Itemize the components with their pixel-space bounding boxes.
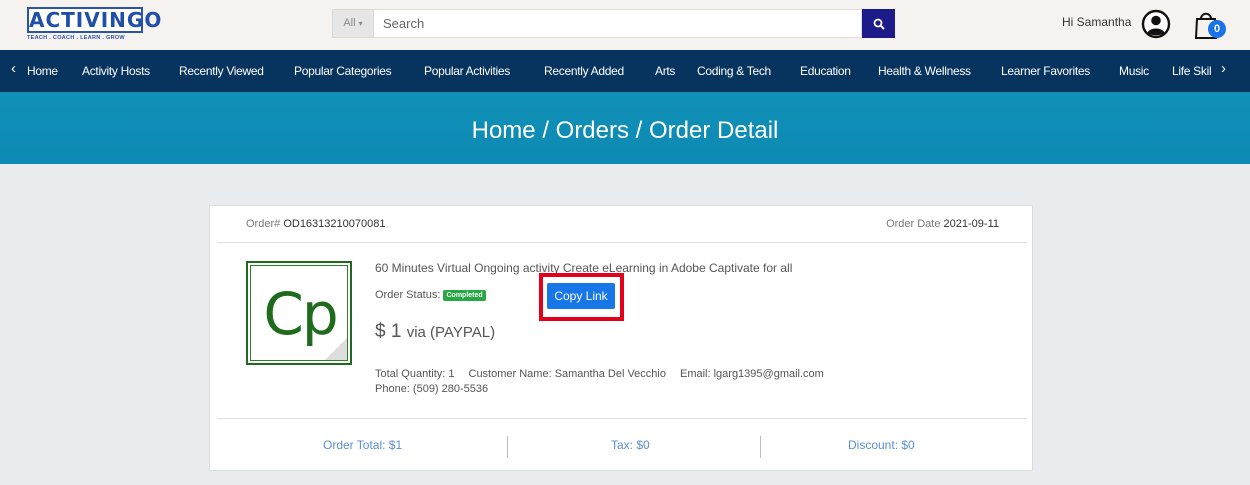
order-total: Order Total: $1 [323, 438, 403, 452]
nav-item-music[interactable]: Music [1119, 64, 1149, 78]
order-date-value: 2021-09-11 [943, 218, 999, 230]
nav-item-life-skills[interactable]: Life Skil [1172, 64, 1212, 78]
chevron-right-icon[interactable]: › [1221, 60, 1226, 77]
user-greeting[interactable]: Hi Samantha [1062, 15, 1131, 29]
order-status: Order Status: Completed [375, 289, 486, 301]
order-tax: Tax: $0 [611, 438, 650, 452]
card-divider [217, 418, 1027, 419]
order-date: Order Date 2021-09-11 [886, 218, 999, 230]
search-icon [873, 18, 885, 30]
page-curl-decoration [325, 338, 347, 360]
site-logo[interactable]: ACTIVINGO TEACH . COACH . LEARN . GROW [27, 7, 163, 43]
search-button[interactable] [862, 9, 895, 38]
chevron-left-icon[interactable]: ‹ [11, 60, 16, 77]
order-date-label: Order Date [886, 218, 941, 230]
logo-tagline: TEACH . COACH . LEARN . GROW [27, 35, 125, 41]
nav-item-activity-hosts[interactable]: Activity Hosts [82, 64, 150, 78]
category-nav: ‹ Home Activity Hosts Recently Viewed Po… [0, 50, 1250, 92]
page-banner: Home / Orders / Order Detail [0, 92, 1250, 164]
nav-item-education[interactable]: Education [800, 64, 851, 78]
search-input[interactable] [374, 9, 862, 38]
nav-item-popular-categories[interactable]: Popular Categories [294, 64, 392, 78]
order-detail-card: Order# OD16313210070081 Order Date 2021-… [209, 205, 1033, 471]
caret-down-icon: ▾ [358, 19, 363, 28]
nav-item-recently-added[interactable]: Recently Added [544, 64, 624, 78]
breadcrumb: Home / Orders / Order Detail [471, 117, 779, 144]
order-details: Total Quantity: 1 Customer Name: Samantha… [375, 367, 838, 397]
logo-wordmark: ACTIVINGO [27, 7, 163, 33]
payment-method: via (PAYPAL) [406, 324, 496, 341]
product-image-frame: Cp [250, 265, 348, 361]
product-image[interactable]: Cp [246, 261, 352, 365]
order-number-value: OD16313210070081 [283, 218, 386, 230]
order-header: Order# OD16313210070081 Order Date 2021-… [217, 206, 1027, 243]
copy-link-button[interactable]: Copy Link [547, 283, 615, 309]
order-number: Order# OD16313210070081 [246, 218, 385, 230]
footer-divider [760, 436, 761, 458]
nav-item-arts[interactable]: Arts [655, 64, 675, 78]
nav-item-home[interactable]: Home [27, 64, 58, 78]
customer-email: Email: lgarg1395@gmail.com [679, 368, 824, 380]
nav-item-recently-viewed[interactable]: Recently Viewed [179, 64, 264, 78]
nav-item-popular-activities[interactable]: Popular Activities [424, 64, 510, 78]
order-number-label: Order# [246, 218, 281, 230]
customer-phone: Phone: (509) 280-5536 [375, 383, 489, 395]
order-status-label: Order Status: [375, 289, 441, 301]
nav-item-learner-favorites[interactable]: Learner Favorites [1001, 64, 1090, 78]
top-header: ACTIVINGO TEACH . COACH . LEARN . GROW A… [0, 0, 1250, 50]
order-price: $ 1 via (PAYPAL) [375, 321, 495, 343]
nav-item-health-wellness[interactable]: Health & Wellness [878, 64, 971, 78]
status-badge: Completed [443, 289, 486, 301]
footer-divider [507, 436, 508, 458]
total-quantity: Total Quantity: 1 [375, 368, 455, 380]
price-value: $ 1 [375, 321, 402, 342]
search-category-select[interactable]: All ▾ [332, 9, 374, 38]
customer-name: Customer Name: Samantha Del Vecchio [468, 368, 666, 380]
order-discount: Discount: $0 [848, 438, 915, 452]
cart-count-badge[interactable]: 0 [1208, 20, 1226, 38]
nav-item-coding-tech[interactable]: Coding & Tech [697, 64, 771, 78]
user-avatar-icon[interactable] [1141, 9, 1171, 39]
search-category-label: All [343, 17, 356, 29]
